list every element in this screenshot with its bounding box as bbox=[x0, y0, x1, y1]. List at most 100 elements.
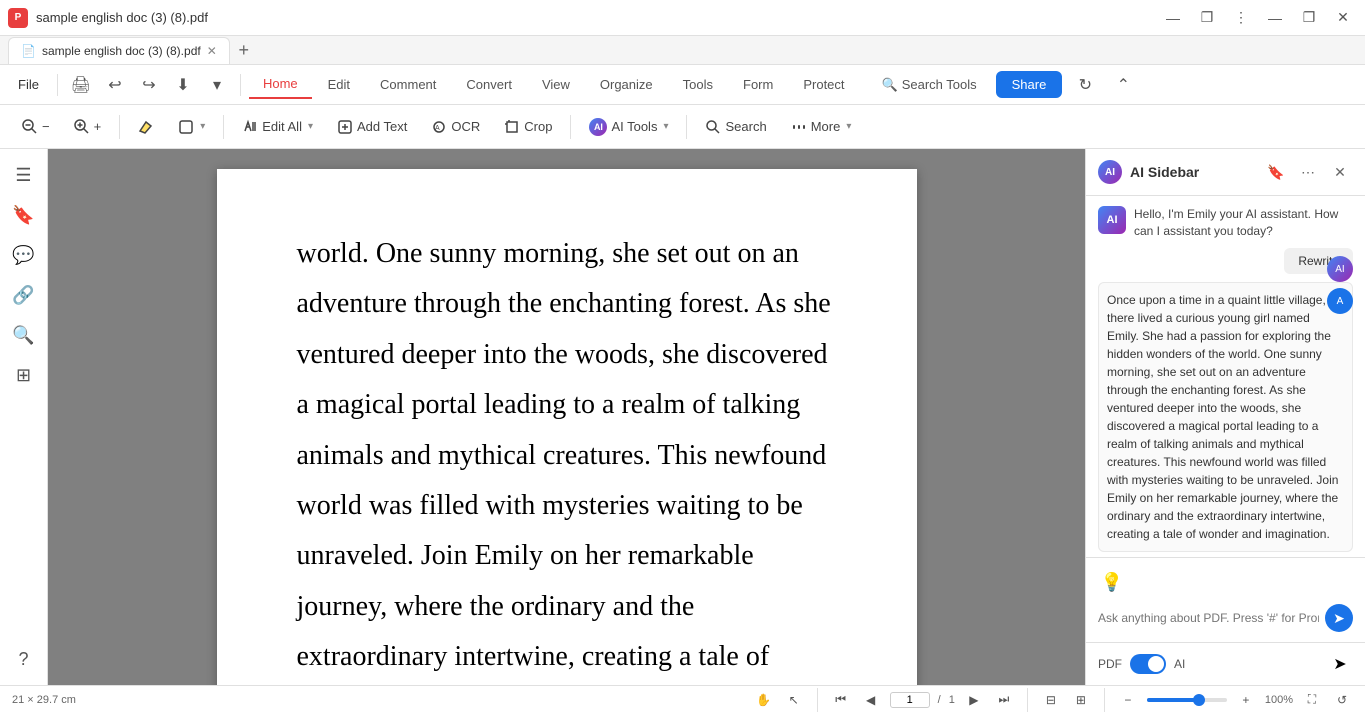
total-pages: 1 bbox=[949, 694, 955, 706]
ai-greeting-message: AI Hello, I'm Emily your AI assistant. H… bbox=[1098, 206, 1353, 240]
more-button[interactable]: More bbox=[781, 114, 862, 140]
ai-send-button[interactable]: ➤ bbox=[1325, 604, 1353, 632]
ai-toggle-switch[interactable] bbox=[1130, 654, 1166, 674]
tab-convert[interactable]: Convert bbox=[452, 71, 526, 98]
ai-avatar: AI bbox=[1098, 206, 1126, 234]
tab-form[interactable]: Form bbox=[729, 71, 787, 98]
edit-all-label: Edit All bbox=[262, 119, 302, 134]
search-button[interactable]: Search bbox=[695, 114, 776, 140]
more-label: More bbox=[811, 119, 841, 134]
tab-view[interactable]: View bbox=[528, 71, 584, 98]
redo-button[interactable]: ↪ bbox=[134, 70, 164, 100]
ai-close-button[interactable]: ✕ bbox=[1327, 159, 1353, 185]
sidebar-page-icon[interactable]: ☰ bbox=[6, 157, 42, 193]
ai-sidebar-icon: AI bbox=[1098, 160, 1122, 184]
download-button[interactable]: ⬇ bbox=[168, 70, 198, 100]
layout-button[interactable]: ⊞ bbox=[1070, 689, 1092, 711]
edit-all-button[interactable]: Edit All bbox=[232, 114, 323, 140]
hand-tool-button[interactable]: ✋ bbox=[753, 689, 775, 711]
menu-tabs: Home Edit Comment Convert View Organize … bbox=[249, 70, 859, 99]
ai-bookmark-button[interactable]: 🔖 bbox=[1263, 159, 1289, 185]
undo-button[interactable]: ↩ bbox=[100, 70, 130, 100]
tab-comment[interactable]: Comment bbox=[366, 71, 450, 98]
zoom-in-status-button[interactable]: + bbox=[1235, 689, 1257, 711]
tab-protect[interactable]: Protect bbox=[789, 71, 858, 98]
window-controls: — ❐ ⋮ — ❐ ✕ bbox=[1159, 4, 1357, 32]
sidebar-link-icon[interactable]: 🔗 bbox=[6, 277, 42, 313]
shape-button[interactable] bbox=[168, 114, 215, 140]
fit-screen-button[interactable]: ⛶ bbox=[1301, 689, 1323, 711]
sidebar-help-icon[interactable]: ? bbox=[6, 641, 42, 677]
page-number-input[interactable] bbox=[890, 692, 930, 708]
tab-home[interactable]: Home bbox=[249, 70, 312, 99]
highlight-button[interactable] bbox=[128, 114, 164, 140]
search-tools-label: Search Tools bbox=[902, 77, 977, 92]
dropdown-button[interactable]: ▾ bbox=[202, 70, 232, 100]
ai-toggle-row: PDF AI ➤ bbox=[1086, 642, 1365, 685]
ai-header-icons: 🔖 ⋯ ✕ bbox=[1263, 159, 1353, 185]
tab-tools[interactable]: Tools bbox=[669, 71, 727, 98]
tab-edit[interactable]: Edit bbox=[314, 71, 364, 98]
prev-page-button[interactable]: ◀ bbox=[860, 689, 882, 711]
new-tab-button[interactable]: + bbox=[230, 36, 258, 64]
sidebar-search-icon[interactable]: 🔍 bbox=[6, 317, 42, 353]
pdf-page: world. One sunny morning, she set out on… bbox=[217, 169, 917, 685]
menu-bar: File 🖨 ↩ ↪ ⬇ ▾ Home Edit Comment Convert… bbox=[0, 65, 1365, 105]
first-page-button[interactable]: ⏮ bbox=[830, 689, 852, 711]
ocr-button[interactable]: A OCR bbox=[421, 114, 490, 140]
toolbar-sep-1 bbox=[119, 115, 120, 139]
zoom-in-button[interactable]: + bbox=[64, 114, 112, 140]
print-button[interactable]: 🖨 bbox=[66, 70, 96, 100]
page-view-button[interactable]: ⊟ bbox=[1040, 689, 1062, 711]
share-button[interactable]: Share bbox=[996, 71, 1063, 98]
zoom-out-status-button[interactable]: − bbox=[1117, 689, 1139, 711]
search-icon: 🔍 bbox=[882, 77, 898, 93]
send-message-button[interactable]: ➤ bbox=[1327, 651, 1353, 677]
ai-text-input[interactable] bbox=[1098, 611, 1319, 625]
sync-button[interactable]: ↻ bbox=[1070, 70, 1100, 100]
zoom-slider[interactable] bbox=[1147, 698, 1227, 702]
ai-floating-icon-2[interactable]: A bbox=[1327, 288, 1353, 314]
crop-button[interactable]: Crop bbox=[494, 114, 562, 140]
ai-input-row: ➤ bbox=[1098, 604, 1353, 632]
last-page-button[interactable]: ⏭ bbox=[993, 689, 1015, 711]
close-window-button[interactable]: ✕ bbox=[1329, 4, 1357, 32]
dimensions-label: 21 × 29.7 cm bbox=[12, 694, 76, 706]
maximize-window-button[interactable]: ❐ bbox=[1295, 4, 1323, 32]
ai-tools-arrow: ▾ bbox=[663, 121, 668, 132]
crop-label: Crop bbox=[524, 119, 552, 134]
tab-pdf[interactable]: 📄 sample english doc (3) (8).pdf ✕ bbox=[8, 37, 230, 64]
minimize-button[interactable]: — bbox=[1159, 4, 1187, 32]
rotate-button[interactable]: ↺ bbox=[1331, 689, 1353, 711]
sidebar-layers-icon[interactable]: ⊞ bbox=[6, 357, 42, 393]
zoom-out-button[interactable]: − bbox=[12, 114, 60, 140]
ai-tools-button[interactable]: AI AI Tools ▾ bbox=[579, 113, 678, 141]
expand-button[interactable]: ⌃ bbox=[1108, 70, 1138, 100]
sidebar-bookmark-icon[interactable]: 🔖 bbox=[6, 197, 42, 233]
ai-sidebar-panel: AI AI Sidebar 🔖 ⋯ ✕ AI A AI Hello, I'm E… bbox=[1085, 149, 1365, 685]
svg-text:A: A bbox=[435, 125, 440, 132]
status-sep-3 bbox=[1104, 688, 1105, 712]
ai-content-area: AI A AI Hello, I'm Emily your AI assista… bbox=[1086, 196, 1365, 557]
cursor-tool-button[interactable]: ↖ bbox=[783, 689, 805, 711]
restore-button[interactable]: ❐ bbox=[1193, 4, 1221, 32]
pdf-area[interactable]: world. One sunny morning, she set out on… bbox=[48, 149, 1085, 685]
sidebar-comment-icon[interactable]: 💬 bbox=[6, 237, 42, 273]
add-text-label: Add Text bbox=[357, 119, 407, 134]
menu-right: 🔍 Search Tools Share ↻ ⌃ bbox=[871, 70, 1139, 100]
ai-more-button[interactable]: ⋯ bbox=[1295, 159, 1321, 185]
tab-close-icon[interactable]: ✕ bbox=[207, 44, 217, 58]
options-button[interactable]: ⋮ bbox=[1227, 4, 1255, 32]
minimize-window-button[interactable]: — bbox=[1261, 4, 1289, 32]
add-text-button[interactable]: Add Text bbox=[327, 114, 417, 140]
search-tools-button[interactable]: 🔍 Search Tools bbox=[871, 72, 988, 98]
tab-organize[interactable]: Organize bbox=[586, 71, 667, 98]
tab-icon: 📄 bbox=[21, 44, 36, 58]
ai-floating-icon[interactable]: AI bbox=[1327, 256, 1353, 282]
tab-bar: 📄 sample english doc (3) (8).pdf ✕ + bbox=[0, 36, 1365, 65]
file-menu[interactable]: File bbox=[8, 73, 49, 96]
ai-sidebar-title: AI Sidebar bbox=[1130, 164, 1255, 180]
separator-2 bbox=[240, 74, 241, 96]
title-bar: P sample english doc (3) (8).pdf — ❐ ⋮ —… bbox=[0, 0, 1365, 36]
next-page-button[interactable]: ▶ bbox=[963, 689, 985, 711]
